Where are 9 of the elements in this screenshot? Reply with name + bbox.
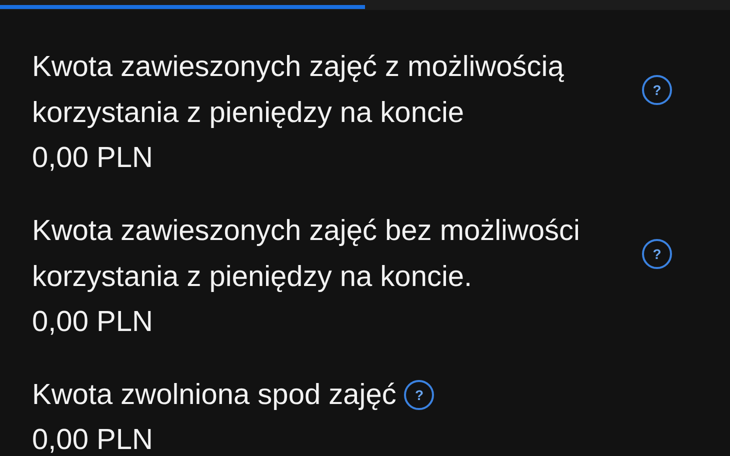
field-label: Kwota zawieszonych zajęć bez możliwości korzystania z pieniędzy na koncie.	[32, 214, 581, 295]
help-icon[interactable]: ?	[404, 380, 434, 410]
amount-value: 0,00 PLN	[32, 141, 154, 176]
amount-value: 0,00 PLN	[32, 423, 154, 456]
help-icon[interactable]: ?	[642, 75, 672, 105]
amount-value: 0,00 PLN	[32, 305, 154, 340]
field-label: Kwota zawieszonych zajęć z możliwością korzystania z pieniędzy na koncie	[32, 50, 565, 131]
help-icon[interactable]: ?	[642, 239, 672, 269]
field-label: Kwota zwolniona spod zajęć	[32, 378, 396, 413]
